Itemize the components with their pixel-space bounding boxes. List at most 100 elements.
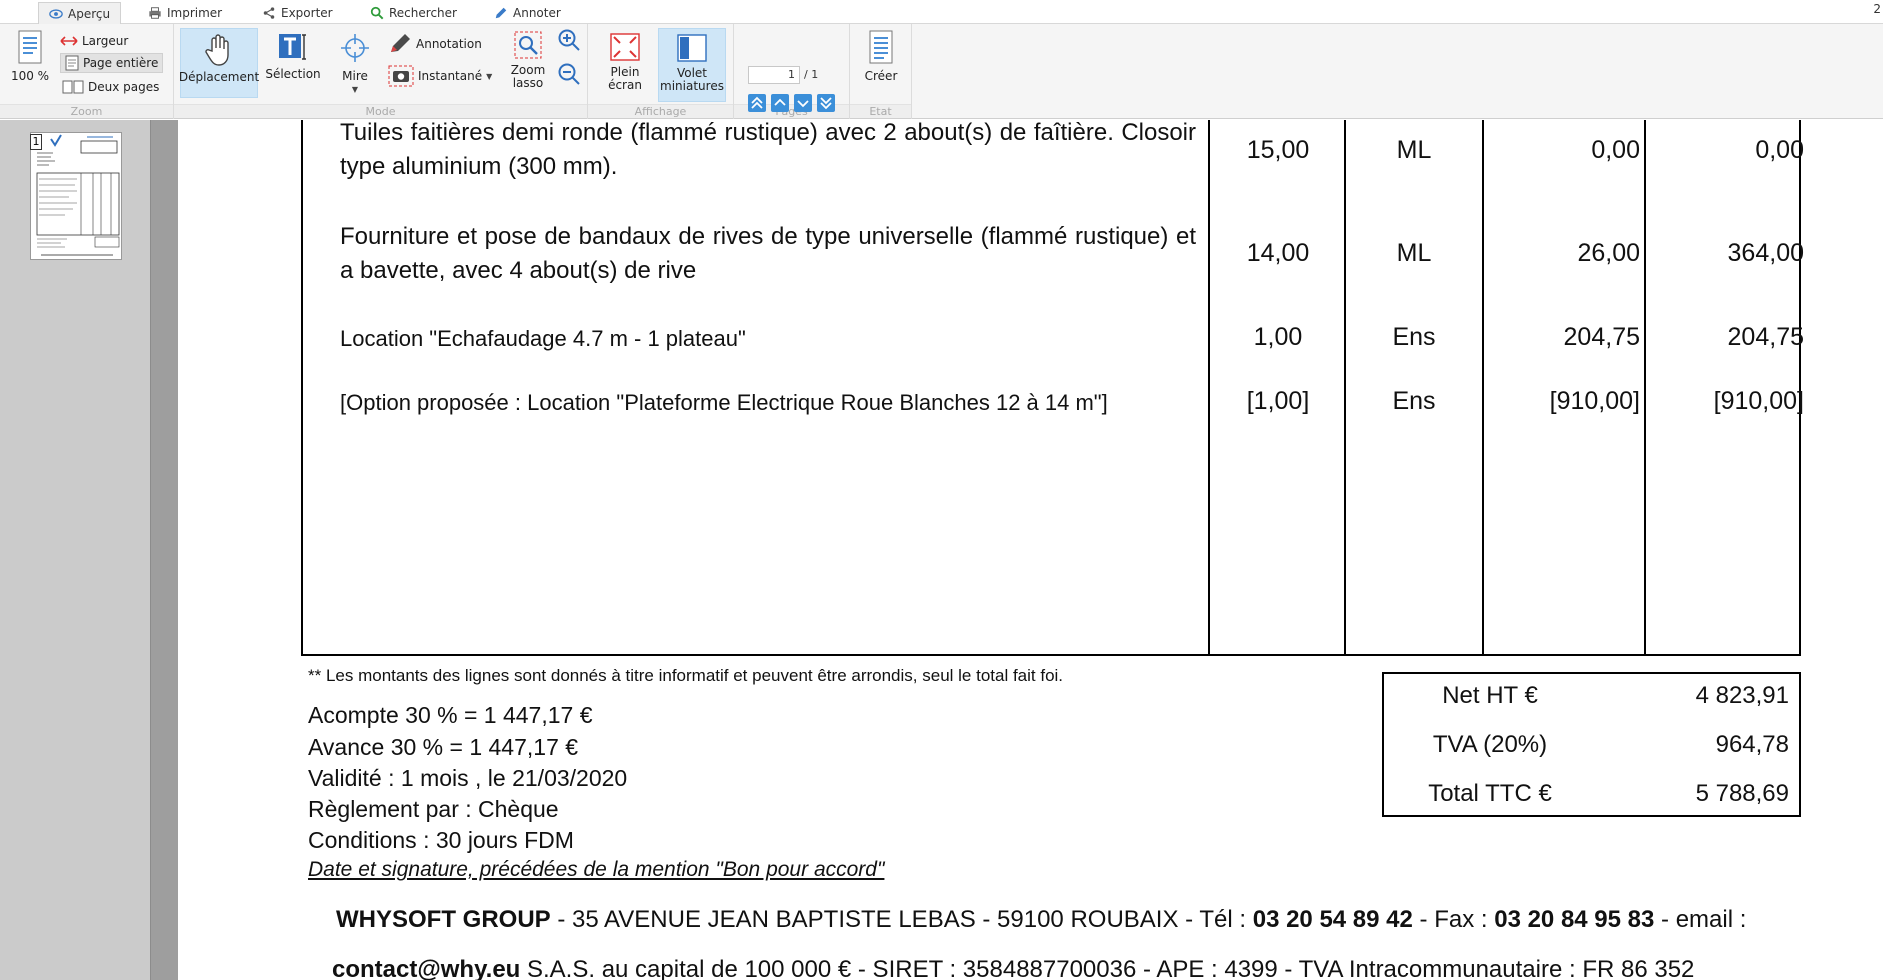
plein-ecran-button[interactable]: Plein écran: [600, 32, 650, 104]
zoom-lasso-button[interactable]: Zoom lasso: [504, 30, 552, 104]
net-ht-value: 4 823,91: [1695, 682, 1789, 709]
mire-label: Mire: [342, 69, 368, 83]
panel-splitter[interactable]: [150, 120, 178, 980]
instantane-label: Instantané: [418, 68, 483, 83]
row-description: Location "Echafaudage 4.7 m - 1 plateau": [340, 326, 746, 351]
previous-page-button[interactable]: [771, 94, 789, 112]
tab-exporter[interactable]: Exporter: [252, 2, 343, 24]
creer-label: Créer: [864, 69, 898, 83]
row-total: 204,75: [1727, 323, 1804, 351]
row-quantity: 15,00: [1246, 136, 1310, 164]
row-quantity: 14,00: [1246, 239, 1310, 267]
totals-box: Net HT € 4 823,91 TVA (20%) 964,78 Total…: [1382, 672, 1801, 817]
row-quantity: [1,00]: [1246, 387, 1310, 415]
tab-imprimer[interactable]: Imprimer: [138, 2, 232, 24]
volet-miniatures-label: Volet miniatures: [660, 66, 724, 93]
zoom-out-button[interactable]: [556, 62, 582, 88]
tab-imprimer-label: Imprimer: [167, 6, 223, 20]
annotation-button[interactable]: Annotation: [388, 32, 482, 56]
thumbnail-panel-icon: [677, 34, 707, 62]
thumbnail-strip[interactable]: 1: [0, 120, 150, 980]
fax-label: - Fax :: [1412, 906, 1495, 933]
zoom-group: 100 % Largeur Page entière Deux pages Zo…: [0, 24, 174, 119]
zoom-in-icon: [558, 29, 580, 51]
volet-miniatures-button[interactable]: Volet miniatures: [658, 28, 726, 102]
page-thumbnail[interactable]: [30, 132, 122, 260]
affichage-group-label: Affichage: [588, 104, 733, 118]
zoom-largeur-button[interactable]: Largeur: [60, 32, 128, 50]
tva-label: TVA (20%): [1432, 731, 1548, 758]
pen-icon: [391, 34, 410, 52]
company-footer: WHYSOFT GROUP - 35 AVENUE JEAN BAPTISTE …: [336, 906, 1746, 934]
zoom-deux-pages-label: Deux pages: [88, 79, 160, 94]
zoom-deux-pages-button[interactable]: Deux pages: [62, 78, 159, 96]
zoom-100-page-icon: [18, 30, 42, 64]
document-page: Tuiles faitières demi ronde (flammé rust…: [178, 120, 1883, 980]
zoom-page-entiere-button[interactable]: Page entière: [60, 53, 164, 73]
window-corner-mark: 2: [1873, 2, 1881, 16]
ribbon-tab-bar: Aperçu Imprimer Exporter Rechercher Anno…: [0, 0, 1883, 24]
net-ht-label: Net HT €: [1442, 682, 1538, 709]
full-page-icon: [65, 55, 79, 71]
tab-annoter[interactable]: Annoter: [484, 2, 571, 24]
selection-label: Sélection: [265, 67, 321, 81]
camera-icon: [388, 65, 414, 87]
tab-exporter-label: Exporter: [281, 6, 333, 20]
page-number-input[interactable]: 1: [748, 66, 800, 84]
next-page-button[interactable]: [794, 94, 812, 112]
chevron-down-icon: ▼: [351, 85, 359, 94]
chevron-down-icon: [797, 100, 809, 108]
tab-rechercher-label: Rechercher: [389, 6, 457, 20]
validite-line: Validité : 1 mois , le 21/03/2020: [308, 765, 628, 791]
company-email: contact@why.eu: [332, 956, 521, 980]
mire-button[interactable]: Mire ▼: [324, 32, 386, 112]
company-footer-line2: contact@why.eu S.A.S. au capital de 100 …: [332, 956, 1694, 980]
zoom-100-button[interactable]: 100 %: [8, 30, 52, 90]
last-page-button[interactable]: [817, 94, 835, 112]
tab-apercu[interactable]: Aperçu: [38, 2, 122, 24]
tab-rechercher[interactable]: Rechercher: [360, 2, 467, 24]
fit-width-icon: [60, 36, 78, 46]
deplacement-button[interactable]: Déplacement: [179, 28, 259, 98]
crosshair-icon: [341, 34, 369, 62]
signature-instruction: Date et signature, précédées de la menti…: [308, 858, 885, 881]
table-border-bottom: [301, 654, 1801, 656]
row-total: [910,00]: [1713, 387, 1804, 415]
row-unit: ML: [1396, 239, 1432, 267]
mode-group-label: Mode: [174, 104, 587, 118]
chevron-down-icon: ▼: [486, 71, 493, 81]
plein-ecran-label: Plein écran: [608, 65, 642, 92]
acompte-line: Acompte 30 % = 1 447,17 €: [308, 702, 593, 728]
first-page-button[interactable]: [748, 94, 766, 112]
share-icon: [263, 7, 275, 19]
page-thumbnail-preview: [36, 134, 120, 256]
reglement-line: Règlement par : Chèque: [308, 796, 559, 822]
row-unit-price: [910,00]: [1549, 387, 1640, 415]
instantane-button[interactable]: Instantané ▼: [388, 64, 492, 88]
row-unit: ML: [1396, 136, 1432, 164]
creer-button[interactable]: Créer: [858, 30, 904, 90]
lasso-zoom-icon: [514, 31, 542, 59]
double-chevron-up-icon: [751, 96, 763, 109]
row-description: Fourniture et pose de bandaux de rives d…: [340, 223, 1196, 284]
zoom-in-button[interactable]: [556, 28, 582, 54]
ttc-label: Total TTC €: [1428, 780, 1552, 807]
tva-value: 964,78: [1715, 731, 1789, 758]
tab-annoter-label: Annoter: [513, 6, 561, 20]
company-fax: 03 20 84 95 83: [1494, 906, 1655, 933]
avance-line: Avance 30 % = 1 447,17 €: [308, 734, 579, 760]
row-total: 364,00: [1727, 239, 1804, 267]
email-label: - email :: [1654, 906, 1747, 933]
selection-button[interactable]: Sélection: [262, 32, 324, 98]
create-document-icon: [869, 30, 893, 64]
etat-group: Créer Etat: [850, 24, 912, 119]
etat-group-label: Etat: [850, 104, 911, 118]
row-description: Tuiles faitières demi ronde (flammé rust…: [340, 120, 1196, 180]
zoom-page-entiere-label: Page entière: [83, 55, 159, 70]
zoom-group-label: Zoom: [0, 104, 173, 118]
thumbnail-page-number: 1: [30, 134, 42, 150]
row-unit: Ens: [1392, 387, 1436, 415]
row-description: [Option proposée : Location "Plateforme …: [340, 390, 1108, 415]
zoom-out-icon: [558, 63, 580, 85]
ttc-value: 5 788,69: [1695, 780, 1789, 807]
